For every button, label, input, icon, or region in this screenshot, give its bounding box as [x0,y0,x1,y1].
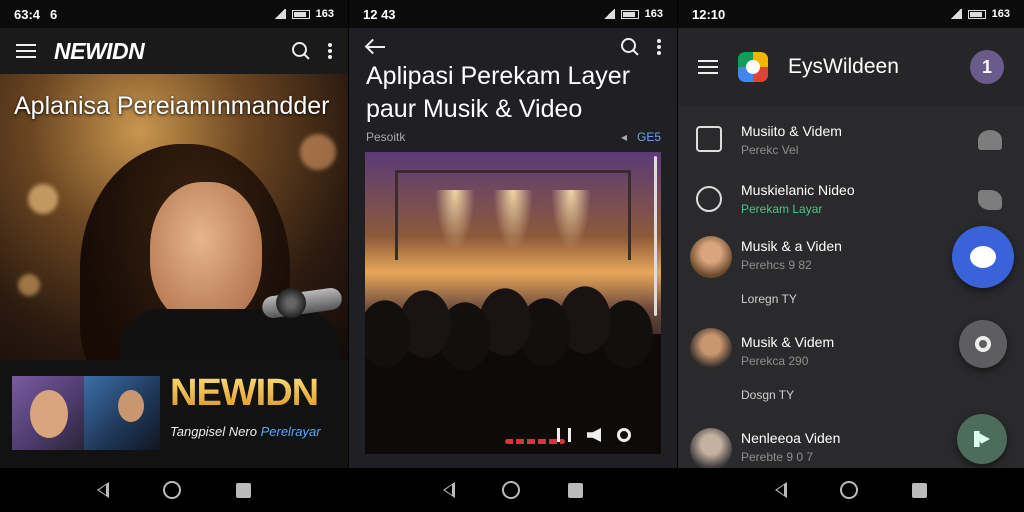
recents-icon[interactable] [912,482,928,498]
replay-icon[interactable] [617,428,631,442]
more-options-icon[interactable] [657,39,661,55]
record-fab-button[interactable] [959,320,1007,368]
record-disc-icon [696,186,722,212]
app-brand: EysWildeen [788,55,899,78]
recents-icon[interactable] [235,482,251,498]
panel-media-list: 12:10 163 EysWildeen 1 Musiito & Videm P… [678,0,1024,512]
search-icon[interactable] [621,38,639,56]
video-player[interactable] [365,152,661,454]
system-nav-bar [0,468,348,512]
volume-icon[interactable] [587,428,601,442]
thumbnail-woman[interactable] [12,376,84,450]
battery-level: 163 [315,8,334,20]
app-logo-icon [738,52,768,82]
battery-icon [291,9,310,19]
video-progress[interactable] [505,439,565,444]
record-icon [975,336,991,352]
status-bar: 12:10 163 [678,0,1024,28]
back-icon[interactable] [442,482,455,498]
woman-avatar [690,236,732,278]
battery-level: 163 [991,8,1010,20]
list-item[interactable]: Muskielanic Nideo Perekam Layar [678,170,1024,228]
man-avatar [690,328,732,370]
chat-fab-button[interactable] [952,226,1014,288]
battery-level: 163 [644,8,663,20]
menu-icon[interactable] [698,60,718,74]
status-time: 63:4 [14,6,41,22]
video-title: Aplipasi Perekam Layer paur Musik & Vide… [366,62,631,123]
battery-icon [967,9,986,19]
more-options-icon[interactable] [328,43,332,59]
recents-icon[interactable] [568,482,584,498]
home-icon[interactable] [502,481,521,499]
profile-avatar[interactable]: 1 [970,50,1004,84]
video-source: Pesoitk [366,130,406,144]
banner-logo: NEWIDN [170,372,319,414]
app-brand: NEWIDN [54,37,145,64]
home-icon[interactable] [163,481,182,499]
download-icon [696,126,722,152]
battery-icon [620,9,639,19]
chat-icon [970,246,996,268]
banner-subtitle: Tangpisel Nero Perelrayar [170,424,321,439]
video-controls [557,428,631,442]
system-nav-bar [349,468,677,512]
back-icon[interactable] [774,482,787,498]
person-avatar [690,428,732,470]
video-icon [974,431,990,447]
video-fab-button[interactable] [957,414,1007,464]
home-icon[interactable] [840,481,859,499]
back-arrow-icon[interactable] [365,39,385,55]
pause-icon[interactable] [557,428,571,442]
signal-icon [273,9,286,19]
back-icon[interactable] [97,482,110,498]
share-icon[interactable]: ◂ [621,130,627,144]
panel-video-detail: 12 43 163 Aplipasi Perekam Layer paur Mu… [349,0,677,512]
status-time: 12:10 [692,6,726,22]
hero-image-singer[interactable]: Aplanisa Pereiamınmandder [0,74,348,360]
notification-icon: 6 [50,6,58,22]
quality-badge[interactable]: GE5 [637,130,661,144]
signal-icon [949,9,962,19]
hero-title: Aplanisa Pereiamınmandder [14,92,330,120]
people-icon[interactable] [978,130,1002,150]
signal-icon [602,9,615,19]
app-bar: NEWIDN [0,28,348,74]
promo-banner[interactable]: NEWIDN Tangpisel Nero Perelrayar [0,360,348,468]
menu-icon[interactable] [16,44,36,58]
status-bar: 12 43 163 [349,0,677,28]
system-nav-bar [678,468,1024,512]
status-bar: 63:4 6 163 [0,0,348,28]
tag-icon[interactable] [978,190,1002,210]
search-icon[interactable] [292,42,310,60]
panel-home-feed: 63:4 6 163 NEWIDN Aplanisa Pereiamınmand… [0,0,348,512]
video-scrollbar[interactable] [654,156,657,316]
list-item[interactable]: Musiito & Videm Perekc Vel [678,106,1024,170]
status-time: 12 43 [363,6,396,22]
video-meta: Pesoitk ◂ GE5 [366,130,661,144]
app-bar: EysWildeen 1 [678,28,1024,106]
thumbnail-band[interactable] [84,376,160,450]
